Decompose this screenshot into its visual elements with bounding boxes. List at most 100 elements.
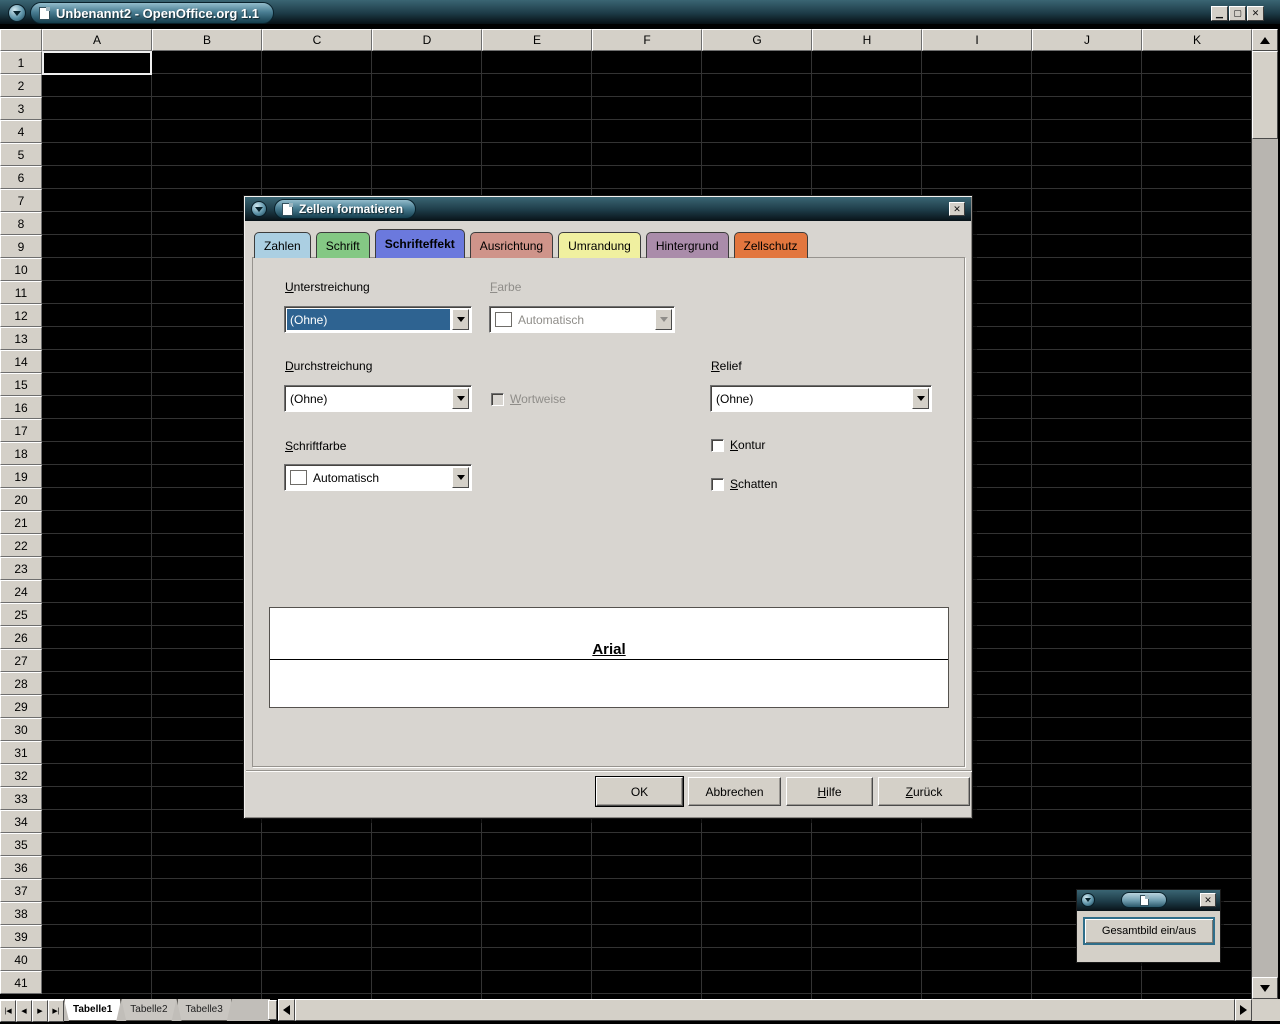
row-header-1[interactable]: 1 [0, 51, 42, 74]
row-header-30[interactable]: 30 [0, 718, 42, 741]
sheet-tab-tabelle1[interactable]: Tabelle1 [64, 999, 121, 1021]
row-header-17[interactable]: 17 [0, 419, 42, 442]
row-header-14[interactable]: 14 [0, 350, 42, 373]
row-header-31[interactable]: 31 [0, 741, 42, 764]
row-header-27[interactable]: 27 [0, 649, 42, 672]
row-header-29[interactable]: 29 [0, 695, 42, 718]
row-header-28[interactable]: 28 [0, 672, 42, 695]
row-header-13[interactable]: 13 [0, 327, 42, 350]
zuruck-button[interactable]: Zurück [878, 777, 970, 806]
column-header-C[interactable]: C [262, 29, 372, 51]
dialog-tab-zellschutz[interactable]: Zellschutz [734, 232, 808, 258]
row-header-38[interactable]: 38 [0, 902, 42, 925]
row-header-33[interactable]: 33 [0, 787, 42, 810]
row-header-20[interactable]: 20 [0, 488, 42, 511]
window-title[interactable]: Unbenannt2 - OpenOffice.org 1.1 [30, 2, 274, 24]
row-header-7[interactable]: 7 [0, 189, 42, 212]
row-header-8[interactable]: 8 [0, 212, 42, 235]
row-header-24[interactable]: 24 [0, 580, 42, 603]
column-header-K[interactable]: K [1142, 29, 1252, 51]
gesamtbild-toggle-button[interactable]: Gesamtbild ein/aus [1083, 917, 1215, 945]
mini-window-menu-button[interactable] [1081, 893, 1095, 907]
maximize-button[interactable]: ▢ [1229, 6, 1246, 21]
dropdown-arrow-button[interactable] [912, 388, 929, 409]
scroll-right-button[interactable] [1235, 999, 1252, 1021]
durchstreichung-dropdown[interactable]: (Ohne) [284, 385, 472, 412]
minimize-button[interactable]: ▁ [1211, 6, 1228, 21]
row-header-10[interactable]: 10 [0, 258, 42, 281]
row-header-21[interactable]: 21 [0, 511, 42, 534]
column-header-E[interactable]: E [482, 29, 592, 51]
last-sheet-button[interactable]: ▶| [48, 1000, 64, 1022]
horizontal-scrollbar[interactable] [278, 999, 1252, 1021]
column-header-D[interactable]: D [372, 29, 482, 51]
first-sheet-button[interactable]: |◀ [0, 1000, 16, 1022]
column-header-A[interactable]: A [42, 29, 152, 51]
hilfe-button[interactable]: Hilfe [786, 777, 873, 806]
row-header-12[interactable]: 12 [0, 304, 42, 327]
row-header-23[interactable]: 23 [0, 557, 42, 580]
row-header-35[interactable]: 35 [0, 833, 42, 856]
column-header-F[interactable]: F [592, 29, 702, 51]
tabbar-splitter-handle[interactable] [268, 1000, 277, 1020]
row-header-32[interactable]: 32 [0, 764, 42, 787]
relief-dropdown[interactable]: (Ohne) [710, 385, 932, 412]
row-header-15[interactable]: 15 [0, 373, 42, 396]
scroll-left-button[interactable] [278, 999, 295, 1021]
column-header-H[interactable]: H [812, 29, 922, 51]
sheet-tab-tabelle2[interactable]: Tabelle2 [121, 999, 176, 1021]
row-header-4[interactable]: 4 [0, 120, 42, 143]
row-header-34[interactable]: 34 [0, 810, 42, 833]
row-header-26[interactable]: 26 [0, 626, 42, 649]
schriftfarbe-dropdown[interactable]: Automatisch [284, 464, 472, 491]
row-header-3[interactable]: 3 [0, 97, 42, 120]
previous-sheet-button[interactable]: ◀ [16, 1000, 32, 1022]
next-sheet-button[interactable]: ▶ [32, 1000, 48, 1022]
scroll-up-button[interactable] [1252, 29, 1278, 51]
row-header-22[interactable]: 22 [0, 534, 42, 557]
row-header-9[interactable]: 9 [0, 235, 42, 258]
column-header-B[interactable]: B [152, 29, 262, 51]
dropdown-arrow-button[interactable] [452, 467, 469, 488]
select-all-corner[interactable] [0, 29, 42, 51]
mini-window-close-button[interactable]: ✕ [1200, 893, 1216, 907]
row-header-39[interactable]: 39 [0, 925, 42, 948]
row-header-41[interactable]: 41 [0, 971, 42, 994]
active-cell-cursor[interactable] [42, 51, 152, 75]
dialog-tab-schrift[interactable]: Schrift [316, 232, 370, 258]
row-header-2[interactable]: 2 [0, 74, 42, 97]
window-menu-button[interactable] [8, 4, 26, 22]
close-button[interactable]: ✕ [1247, 6, 1264, 21]
dialog-menu-button[interactable] [251, 201, 267, 217]
ok-button[interactable]: OK [596, 777, 683, 806]
dialog-close-button[interactable]: ✕ [949, 202, 965, 216]
row-header-6[interactable]: 6 [0, 166, 42, 189]
dropdown-arrow-button[interactable] [452, 388, 469, 409]
sheet-tab-tabelle3[interactable]: Tabelle3 [177, 999, 232, 1021]
row-header-25[interactable]: 25 [0, 603, 42, 626]
dropdown-arrow-button[interactable] [452, 309, 469, 330]
dialog-tab-schrifteffekt[interactable]: Schrifteffekt [375, 229, 465, 258]
horizontal-scroll-thumb[interactable] [295, 999, 1235, 1021]
dialog-tab-zahlen[interactable]: Zahlen [254, 232, 311, 258]
dialog-tab-umrandung[interactable]: Umrandung [558, 232, 641, 258]
row-header-19[interactable]: 19 [0, 465, 42, 488]
unterstreichung-dropdown[interactable]: (Ohne) [284, 306, 472, 333]
row-header-36[interactable]: 36 [0, 856, 42, 879]
kontur-checkbox[interactable]: Kontur [711, 438, 765, 452]
column-header-G[interactable]: G [702, 29, 812, 51]
vertical-scroll-thumb[interactable] [1252, 51, 1278, 139]
row-header-11[interactable]: 11 [0, 281, 42, 304]
schatten-checkbox[interactable]: Schatten [711, 477, 777, 491]
dialog-tab-ausrichtung[interactable]: Ausrichtung [470, 232, 553, 258]
row-header-40[interactable]: 40 [0, 948, 42, 971]
row-header-18[interactable]: 18 [0, 442, 42, 465]
row-header-16[interactable]: 16 [0, 396, 42, 419]
vertical-scrollbar[interactable] [1252, 29, 1278, 999]
column-header-J[interactable]: J [1032, 29, 1142, 51]
dialog-tab-hintergrund[interactable]: Hintergrund [646, 232, 729, 258]
row-header-5[interactable]: 5 [0, 143, 42, 166]
abbrechen-button[interactable]: Abbrechen [688, 777, 781, 806]
scroll-down-button[interactable] [1252, 977, 1278, 999]
column-header-I[interactable]: I [922, 29, 1032, 51]
